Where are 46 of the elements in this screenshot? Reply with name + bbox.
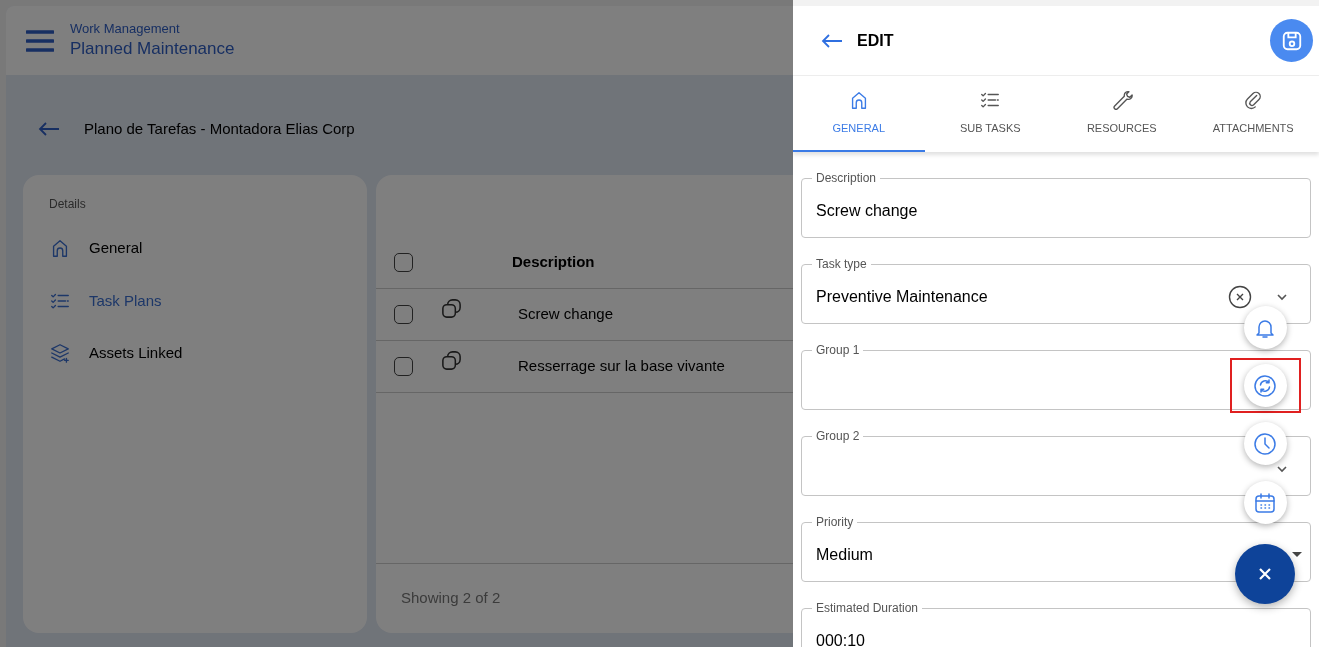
sidebar-item[interactable]: General xyxy=(49,237,341,260)
tab[interactable]: GENERAL xyxy=(793,76,925,152)
field-value: Screw change xyxy=(816,201,919,221)
save-button[interactable] xyxy=(1270,19,1313,62)
refresh-icon xyxy=(1253,373,1277,398)
panel-title: EDIT xyxy=(857,30,895,51)
table-cell-text: Resserrage sur la base vivante xyxy=(518,356,725,377)
field-label: Description xyxy=(815,170,878,186)
sidebar-heading: Details xyxy=(49,196,87,213)
copy-icon[interactable] xyxy=(440,349,463,372)
copy-icon[interactable] xyxy=(440,297,463,320)
close-icon xyxy=(1259,568,1271,580)
table-cell-text: Screw change xyxy=(518,304,614,325)
clear-icon[interactable] xyxy=(1228,285,1252,309)
wrench-icon xyxy=(1110,89,1133,112)
page-heading: Planned Maintenance xyxy=(70,37,235,60)
checkbox[interactable] xyxy=(394,305,413,324)
field-label: Estimated Duration xyxy=(815,600,920,616)
sidebar-item[interactable]: Assets Linked xyxy=(49,342,341,365)
calendar-icon xyxy=(1253,490,1277,515)
field-label: Priority xyxy=(815,514,855,530)
page-title: Plano de Tarefas - Montadora Elias Corp xyxy=(84,118,355,139)
checkbox[interactable] xyxy=(394,253,413,272)
tab[interactable]: ATTACHMENTS xyxy=(1187,76,1319,152)
layers-icon xyxy=(49,342,71,365)
tab[interactable]: RESOURCES xyxy=(1056,76,1188,152)
field-value: Medium xyxy=(816,545,874,565)
field-value: Preventive Maintenance xyxy=(816,287,989,307)
input-field[interactable]: Group 1 xyxy=(801,342,1311,410)
field-label: Task type xyxy=(815,256,868,272)
chevron-down-icon[interactable] xyxy=(1276,293,1288,301)
chevron-down-icon[interactable] xyxy=(1276,465,1288,473)
checkbox[interactable] xyxy=(394,357,413,376)
menu-icon[interactable] xyxy=(26,29,54,52)
breadcrumb-text: Work Management xyxy=(70,20,181,37)
back-arrow-icon[interactable] xyxy=(38,122,60,136)
field-label: Group 1 xyxy=(815,342,861,358)
clock-icon xyxy=(1253,431,1277,456)
pagination-text: Showing 2 of 2 xyxy=(401,588,501,609)
column-header: Description xyxy=(512,252,595,273)
input-field[interactable]: Description Screw change xyxy=(801,170,1311,238)
field-value: 000:10 xyxy=(816,631,866,647)
field-label: Group 2 xyxy=(815,428,861,444)
dropdown-arrow-icon[interactable] xyxy=(1292,552,1302,558)
back-arrow-icon[interactable] xyxy=(821,33,843,48)
tab[interactable]: SUB TASKS xyxy=(924,76,1056,152)
